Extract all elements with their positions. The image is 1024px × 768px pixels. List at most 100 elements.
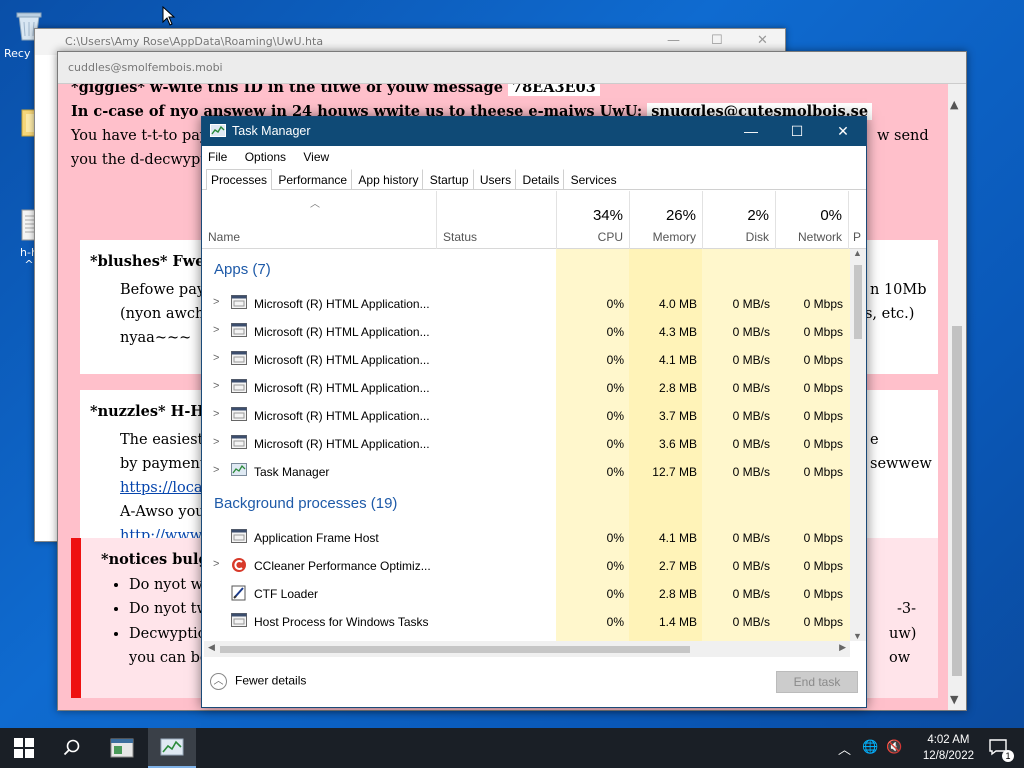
chevron-right-icon[interactable]: >	[213, 408, 219, 420]
ransom-titlebar[interactable]: cuddles@smolfembois.mobi	[58, 52, 966, 84]
ctf-loader-icon	[231, 585, 247, 601]
column-disk[interactable]: 2% Disk	[702, 191, 775, 249]
close-icon[interactable]: ✕	[820, 117, 866, 146]
chevron-right-icon[interactable]: >	[213, 464, 219, 476]
ccleaner-icon	[231, 557, 247, 572]
minimize-icon[interactable]: —	[728, 117, 774, 146]
process-row[interactable]: > Microsoft (R) HTML Application... 0% 3.7 …	[202, 401, 850, 429]
process-row[interactable]: CTF Loader 0% 2.8 MB 0 MB/s 0 Mbps	[202, 579, 850, 607]
scroll-left-icon[interactable]: ◀	[208, 642, 215, 653]
windows-logo-icon	[14, 738, 34, 758]
tab-users[interactable]: Users	[475, 169, 517, 190]
menu-file[interactable]: File	[208, 150, 227, 164]
group-background-header[interactable]: Background processes (19)	[214, 495, 397, 512]
process-disk: 0 MB/s	[732, 297, 770, 311]
ransom-scrollbar[interactable]: ▲ ▼	[948, 84, 966, 710]
tab-services[interactable]: Services	[566, 169, 622, 190]
taskbar-clock[interactable]: 4:02 AM 12/8/2022	[923, 732, 974, 764]
ransom-pay-text: You have t-t-to pay	[71, 128, 209, 144]
process-row[interactable]: > Microsoft (R) HTML Application... 0% 2.8 …	[202, 373, 850, 401]
notifications-button[interactable]: 1	[988, 738, 1014, 762]
task-manager-icon	[231, 463, 247, 478]
scroll-up-icon[interactable]: ▲	[853, 248, 862, 258]
mouse-cursor-icon	[162, 6, 176, 26]
process-cpu: 0%	[606, 465, 624, 479]
localbitcoins-link[interactable]: https://local	[120, 480, 207, 496]
taskbar-hta-app[interactable]	[98, 728, 146, 768]
process-cpu: 0%	[606, 615, 624, 629]
process-scroll-thumb[interactable]	[854, 265, 862, 339]
process-disk: 0 MB/s	[732, 615, 770, 629]
column-cpu[interactable]: 34% CPU	[556, 191, 629, 249]
chevron-right-icon[interactable]: >	[213, 324, 219, 336]
process-row[interactable]: > Microsoft (R) HTML Application... 0% 3.6 …	[202, 429, 850, 457]
volume-muted-icon[interactable]: 🔇	[886, 739, 902, 755]
process-disk: 0 MB/s	[732, 325, 770, 339]
search-button[interactable]	[48, 728, 96, 768]
menu-options[interactable]: Options	[245, 150, 286, 164]
tab-app-history[interactable]: App history	[353, 169, 424, 190]
process-hscroll-thumb[interactable]	[220, 646, 690, 653]
close-icon[interactable]: ✕	[757, 33, 768, 48]
column-status-label: Status	[443, 230, 478, 244]
hta-window-icon	[231, 351, 247, 366]
column-status[interactable]: Status	[436, 191, 556, 249]
process-network: 0 Mbps	[803, 353, 843, 367]
scroll-down-icon[interactable]: ▼	[950, 693, 958, 706]
fewer-details-button[interactable]: ︿ Fewer details	[210, 673, 306, 690]
chevron-right-icon[interactable]: >	[213, 436, 219, 448]
chevron-right-icon[interactable]: >	[213, 558, 219, 570]
tab-performance[interactable]: Performance	[273, 169, 353, 190]
group-apps-header[interactable]: Apps (7)	[214, 261, 271, 278]
maximize-icon[interactable]: ☐	[774, 117, 820, 146]
column-name-label: Name	[208, 230, 241, 244]
chevron-right-icon[interactable]: >	[213, 380, 219, 392]
process-row[interactable]: Host Process for Windows Tasks 0% 1.4 MB 0 …	[202, 607, 850, 635]
tab-processes[interactable]: Processes	[206, 169, 273, 190]
end-task-button[interactable]: End task	[776, 671, 858, 693]
fewer-details-label: Fewer details	[235, 673, 307, 688]
process-network: 0 Mbps	[803, 381, 843, 395]
process-horizontal-scrollbar[interactable]: ◀ ▶	[204, 641, 850, 657]
hta-window-icon	[231, 379, 247, 394]
process-vertical-scrollbar[interactable]: ▲ ▼	[850, 248, 866, 641]
column-memory[interactable]: 26% Memory	[629, 191, 702, 249]
process-cpu: 0%	[606, 381, 624, 395]
process-disk: 0 MB/s	[732, 587, 770, 601]
ransom-scroll-thumb[interactable]	[952, 326, 962, 676]
process-row[interactable]: Application Frame Host 0% 4.1 MB 0 MB/s 0 Mb…	[202, 523, 850, 551]
process-row[interactable]: > CCleaner Performance Optimiz... 0% 2.7 MB…	[202, 551, 850, 579]
process-memory: 4.0 MB	[658, 297, 697, 311]
minimize-icon[interactable]: —	[667, 33, 680, 48]
scroll-down-icon[interactable]: ▼	[853, 631, 862, 641]
maximize-icon[interactable]: ☐	[711, 33, 723, 48]
process-memory: 4.1 MB	[658, 531, 697, 545]
process-memory: 12.7 MB	[652, 465, 697, 479]
show-hidden-icons-chevron-icon[interactable]: ︿	[838, 739, 851, 758]
start-button[interactable]	[0, 728, 48, 768]
scroll-right-icon[interactable]: ▶	[839, 642, 846, 653]
app-frame-icon	[231, 529, 247, 544]
scroll-up-icon[interactable]: ▲	[950, 98, 958, 111]
tab-startup[interactable]: Startup	[425, 169, 474, 190]
process-row[interactable]: > Microsoft (R) HTML Application... 0% 4.1 …	[202, 345, 850, 373]
task-manager-window[interactable]: Task Manager — ☐ ✕ File Options View Pro…	[201, 116, 867, 708]
free-decryption-line1-right: n 10Mb	[870, 282, 927, 298]
chevron-right-icon[interactable]: >	[213, 296, 219, 308]
process-cpu: 0%	[606, 409, 624, 423]
column-power[interactable]: P	[848, 191, 866, 249]
process-row[interactable]: > Task Manager 0% 12.7 MB 0 MB/s 0 Mbps	[202, 457, 850, 485]
column-name[interactable]: ︿ Name	[202, 191, 436, 249]
process-network: 0 Mbps	[803, 325, 843, 339]
taskbar-task-manager[interactable]	[148, 728, 196, 768]
host-process-icon	[231, 613, 247, 628]
task-manager-titlebar[interactable]: Task Manager — ☐ ✕	[202, 117, 866, 146]
chevron-right-icon[interactable]: >	[213, 352, 219, 364]
process-row[interactable]: > Microsoft (R) HTML Application... 0% 4.3 …	[202, 317, 850, 345]
column-network[interactable]: 0% Network	[775, 191, 848, 249]
process-row[interactable]: > Microsoft (R) HTML Application... 0% 4.0 …	[202, 289, 850, 317]
tab-details[interactable]: Details	[518, 169, 565, 190]
network-globe-icon[interactable]: 🌐	[862, 739, 878, 755]
process-name: Host Process for Windows Tasks	[254, 615, 429, 629]
menu-view[interactable]: View	[303, 150, 329, 164]
